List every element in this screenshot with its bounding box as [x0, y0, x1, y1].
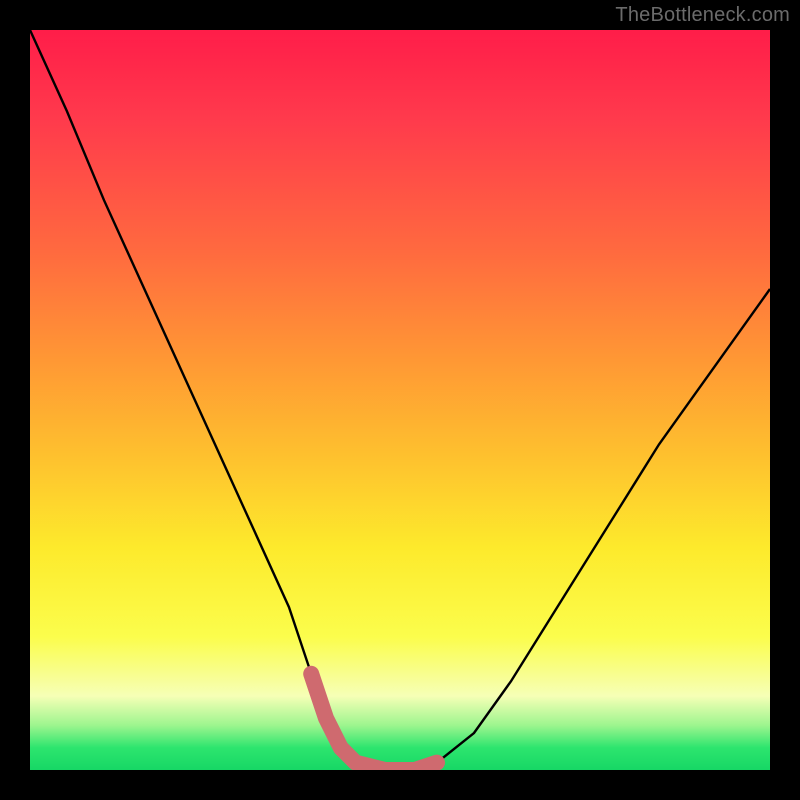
bottleneck-curve — [30, 30, 770, 770]
watermark-text: TheBottleneck.com — [615, 4, 790, 27]
curve-layer — [30, 30, 770, 770]
optimal-band — [311, 674, 437, 770]
plot-area — [30, 30, 770, 770]
chart-frame: TheBottleneck.com — [0, 0, 800, 800]
